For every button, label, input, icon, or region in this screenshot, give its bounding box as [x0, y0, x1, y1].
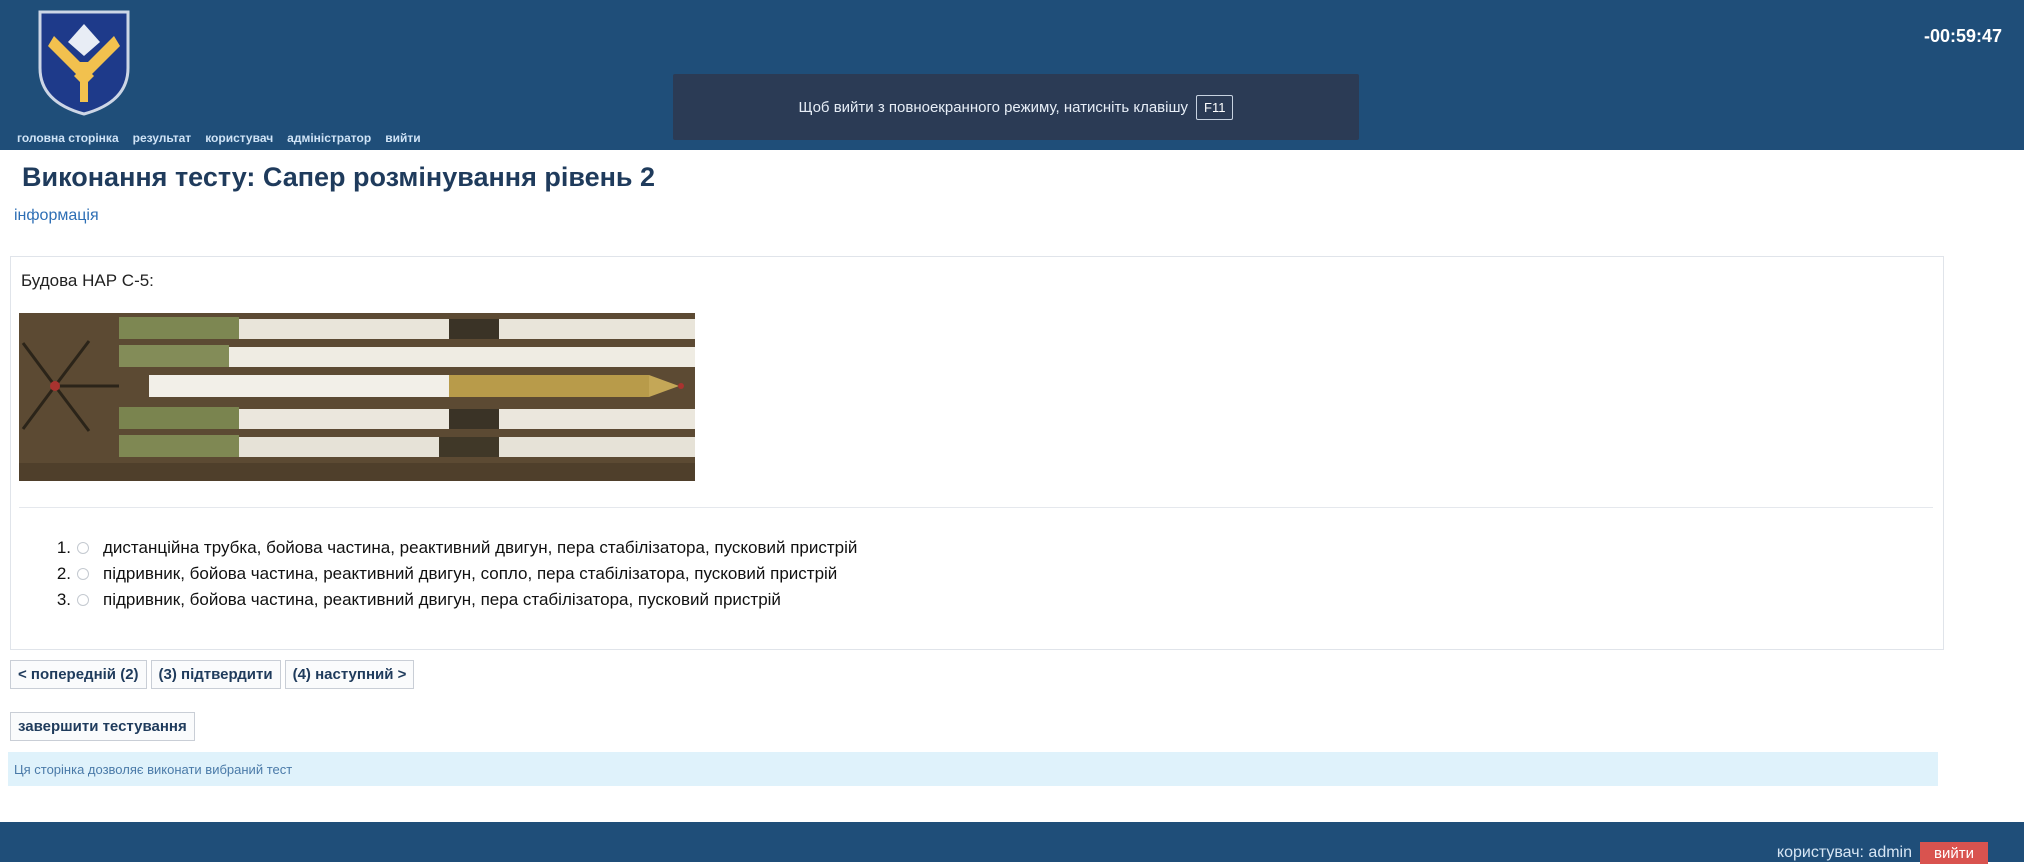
- divider: [19, 507, 1933, 508]
- nav-user[interactable]: користувач: [198, 128, 280, 150]
- question-text: Будова НАР С-5:: [21, 271, 154, 290]
- radio-button[interactable]: [77, 542, 89, 554]
- nav-results[interactable]: результат: [126, 128, 199, 150]
- answer-number: 2.: [56, 564, 71, 583]
- page-title: Виконання тесту: Сапер розмінування ріве…: [22, 162, 656, 192]
- answer-text: дистанційна трубка, бойова частина, реак…: [103, 538, 858, 557]
- question-card: Будова НАР С-5: 1. дистанційна трубка, б…: [10, 256, 1944, 650]
- radio-button[interactable]: [77, 594, 89, 606]
- answer-number: 3.: [56, 590, 71, 609]
- header: головна сторінка результат користувач ад…: [0, 0, 2024, 150]
- answer-option-3[interactable]: 3. підривник, бойова частина, реактивний…: [47, 587, 857, 613]
- nav-admin[interactable]: адміністратор: [280, 128, 378, 150]
- main-nav: головна сторінка результат користувач ад…: [10, 128, 428, 150]
- answer-option-2[interactable]: 2. підривник, бойова частина, реактивний…: [47, 561, 857, 587]
- answer-number: 1.: [56, 538, 71, 557]
- emblem-logo: [38, 10, 130, 116]
- answer-list: 1. дистанційна трубка, бойова частина, р…: [47, 535, 858, 613]
- answer-text: підривник, бойова частина, реактивний дв…: [103, 564, 838, 583]
- next-button[interactable]: (4) наступний >: [284, 660, 415, 689]
- logout-button[interactable]: вийти: [1920, 842, 1988, 864]
- question-pager: < попередній (2) (3) підтвердити (4) нас…: [10, 660, 415, 689]
- fullscreen-notice: Щоб вийти з повноекранного режиму, натис…: [673, 74, 1359, 140]
- previous-button[interactable]: < попередній (2): [10, 660, 147, 689]
- confirm-button[interactable]: (3) підтвердити: [150, 660, 281, 689]
- fullscreen-notice-text: Щоб вийти з повноекранного режиму, натис…: [798, 98, 1189, 116]
- info-link[interactable]: інформація: [14, 207, 99, 225]
- status-message: Ця сторінка дозволяє виконати вибраний т…: [8, 752, 1938, 786]
- nav-logout[interactable]: вийти: [378, 128, 427, 150]
- answer-text: підривник, бойова частина, реактивний дв…: [103, 590, 781, 609]
- footer: користувач: admin вийти: [0, 822, 2024, 864]
- current-user: користувач: admin: [1776, 844, 1912, 861]
- rocket-photo: [19, 313, 695, 481]
- answer-option-1[interactable]: 1. дистанційна трубка, бойова частина, р…: [47, 535, 858, 561]
- nav-home[interactable]: головна сторінка: [10, 128, 126, 150]
- finish-test-button[interactable]: завершити тестування: [10, 712, 195, 741]
- fullscreen-key-badge: F11: [1196, 94, 1234, 120]
- countdown-timer: -00:59:47: [1923, 26, 2002, 46]
- radio-button[interactable]: [77, 568, 89, 580]
